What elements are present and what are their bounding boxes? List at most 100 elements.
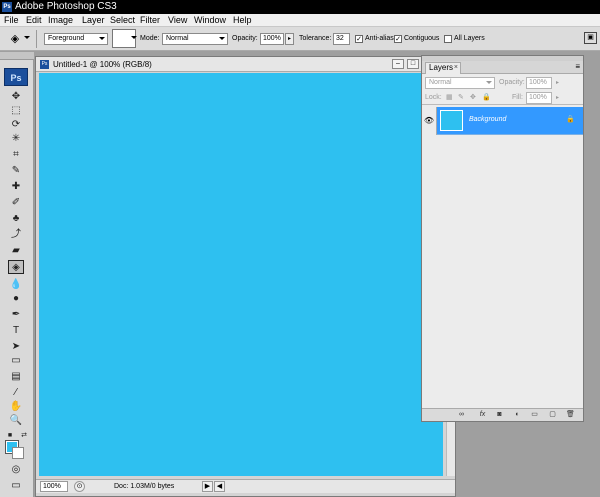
swap-colors-icon[interactable]: ⇄ xyxy=(18,429,30,443)
fill-source-select[interactable]: Foreground xyxy=(44,33,108,45)
mode-label: Mode: xyxy=(140,35,160,42)
blend-mode-value: Normal xyxy=(429,79,452,86)
crop-tool-icon[interactable]: ⌗ xyxy=(8,148,24,162)
pen-tool-icon[interactable]: ✒ xyxy=(8,308,24,322)
lock-icon: 🔒 xyxy=(566,116,575,123)
background-color-swatch[interactable] xyxy=(12,447,24,459)
mode-select[interactable]: Normal xyxy=(162,33,228,45)
photoshop-logo[interactable]: Ps xyxy=(4,68,28,86)
maximize-button[interactable]: □ xyxy=(407,59,419,69)
healing-brush-tool-icon[interactable]: ✚ xyxy=(8,180,24,194)
adjustment-layer-icon[interactable]: ◐ xyxy=(512,410,523,420)
marquee-tool-icon[interactable]: ⬚ xyxy=(8,104,24,118)
opacity-slider-toggle[interactable]: ▸ xyxy=(553,77,562,89)
lock-row: Lock: ▦ ✎ ✥ 🔒 Fill: 100% ▸ xyxy=(422,91,583,105)
blur-tool-icon[interactable]: 💧 xyxy=(8,278,24,292)
slice-tool-icon[interactable]: ✎ xyxy=(8,164,24,178)
minimize-button[interactable]: – xyxy=(392,59,404,69)
document-canvas[interactable] xyxy=(39,73,443,476)
zoom-tool-icon[interactable]: 🔍 xyxy=(8,414,24,428)
chevron-down-icon xyxy=(486,81,492,84)
hand-tool-icon[interactable]: ✋ xyxy=(8,400,24,414)
lock-all-icon[interactable]: 🔒 xyxy=(482,93,491,103)
blend-mode-select[interactable]: Normal xyxy=(425,77,495,89)
brush-tool-icon[interactable]: ✐ xyxy=(8,196,24,210)
opacity-slider-toggle[interactable]: ▸ xyxy=(285,33,294,45)
close-icon[interactable]: × xyxy=(454,63,458,73)
link-layers-icon[interactable]: ∞ xyxy=(456,410,467,420)
zoom-field[interactable]: 100% xyxy=(40,481,68,492)
history-brush-tool-icon[interactable]: ⤴ xyxy=(8,228,24,242)
layer-opacity-input[interactable]: 100% xyxy=(526,77,552,89)
notes-tool-icon[interactable]: ▤ xyxy=(8,370,24,384)
lock-transparent-icon[interactable]: ▦ xyxy=(446,93,453,103)
all-layers-checkbox[interactable] xyxy=(444,35,452,43)
layer-style-icon[interactable]: fx xyxy=(477,410,488,420)
type-tool-icon[interactable]: T xyxy=(8,324,24,338)
quick-mask-icon[interactable]: ◎ xyxy=(8,463,24,477)
menu-layer[interactable]: Layer xyxy=(82,15,105,26)
layers-footer: ∞ fx ◙ ◐ ▭ ▢ 🗑 xyxy=(422,408,583,421)
screen-mode-icon[interactable]: ▭ xyxy=(8,479,24,493)
new-group-icon[interactable]: ▭ xyxy=(529,410,540,420)
dodge-tool-icon[interactable]: ● xyxy=(8,292,24,306)
document-title-bar[interactable]: Ps Untitled-1 @ 100% (RGB/8) – □ xyxy=(36,57,455,72)
eyedropper-tool-icon[interactable]: ⁄ xyxy=(8,386,24,400)
opacity-input[interactable]: 100% xyxy=(260,33,284,45)
layers-panel: Layers × ≡ Normal Opacity: 100% ▸ Lock: … xyxy=(421,55,584,422)
fill-label: Fill: xyxy=(512,94,523,101)
paint-bucket-tool-icon[interactable]: ◈ xyxy=(8,260,24,274)
menu-edit[interactable]: Edit xyxy=(26,15,42,26)
lock-label: Lock: xyxy=(425,94,442,101)
lock-position-icon[interactable]: ✥ xyxy=(470,93,476,103)
lasso-tool-icon[interactable]: ⟳ xyxy=(8,118,24,132)
scroll-left-icon[interactable]: ◀ xyxy=(214,481,225,492)
panel-menu-icon[interactable]: ≡ xyxy=(575,62,580,72)
blend-row: Normal Opacity: 100% ▸ xyxy=(422,74,583,90)
delete-layer-icon[interactable]: 🗑 xyxy=(565,410,576,420)
magic-wand-tool-icon[interactable]: ✳ xyxy=(8,132,24,146)
shape-tool-icon[interactable]: ▭ xyxy=(8,354,24,368)
menu-bar: File Edit Image Layer Select Filter View… xyxy=(0,14,600,27)
menu-image[interactable]: Image xyxy=(48,15,73,26)
lock-image-icon[interactable]: ✎ xyxy=(458,93,464,103)
document-title: Untitled-1 @ 100% (RGB/8) xyxy=(53,60,152,69)
contiguous-checkbox[interactable]: ✓ xyxy=(394,35,402,43)
panel-grip[interactable] xyxy=(0,52,34,60)
menu-select[interactable]: Select xyxy=(110,15,135,26)
menu-window[interactable]: Window xyxy=(194,15,226,26)
chevron-down-icon[interactable] xyxy=(131,36,137,39)
tolerance-input[interactable]: 32 xyxy=(333,33,350,45)
fill-slider-toggle[interactable]: ▸ xyxy=(553,92,562,104)
status-menu-icon[interactable]: ⊙ xyxy=(74,481,85,492)
new-layer-icon[interactable]: ▢ xyxy=(547,410,558,420)
layer-name[interactable]: Background xyxy=(469,115,506,125)
status-arrow-icon[interactable]: ▶ xyxy=(202,481,213,492)
layer-thumbnail[interactable] xyxy=(440,110,463,131)
tab-layers[interactable]: Layers × xyxy=(425,62,461,74)
menu-filter[interactable]: Filter xyxy=(140,15,160,26)
layer-mask-icon[interactable]: ◙ xyxy=(494,410,505,420)
mode-value: Normal xyxy=(166,35,189,42)
menu-help[interactable]: Help xyxy=(233,15,252,26)
paint-bucket-preset-icon[interactable]: ◈ xyxy=(8,32,22,46)
chevron-down-icon[interactable] xyxy=(24,36,30,39)
menu-file[interactable]: File xyxy=(4,15,19,26)
fill-input[interactable]: 100% xyxy=(526,92,552,104)
workspace-icon[interactable]: ▣ xyxy=(584,32,597,44)
photoshop-app-icon: Ps xyxy=(2,2,12,12)
window-title: Adobe Photoshop CS3 xyxy=(15,1,117,12)
anti-alias-checkbox[interactable]: ✓ xyxy=(355,35,363,43)
layer-opacity-label: Opacity: xyxy=(499,79,525,86)
eraser-tool-icon[interactable]: ▰ xyxy=(8,244,24,258)
document-info: Doc: 1.03M/0 bytes xyxy=(114,483,175,490)
path-selection-tool-icon[interactable]: ➤ xyxy=(8,340,24,354)
contiguous-label: Contiguous xyxy=(404,35,440,42)
layer-row-background[interactable]: 👁 Background 🔒 xyxy=(422,107,583,135)
clone-stamp-tool-icon[interactable]: ♣ xyxy=(8,212,24,226)
chevron-down-icon xyxy=(99,37,105,40)
menu-view[interactable]: View xyxy=(168,15,187,26)
visibility-eye-icon[interactable]: 👁 xyxy=(422,107,437,135)
move-tool-icon[interactable]: ✥ xyxy=(8,90,24,104)
opacity-label: Opacity: xyxy=(232,35,258,42)
